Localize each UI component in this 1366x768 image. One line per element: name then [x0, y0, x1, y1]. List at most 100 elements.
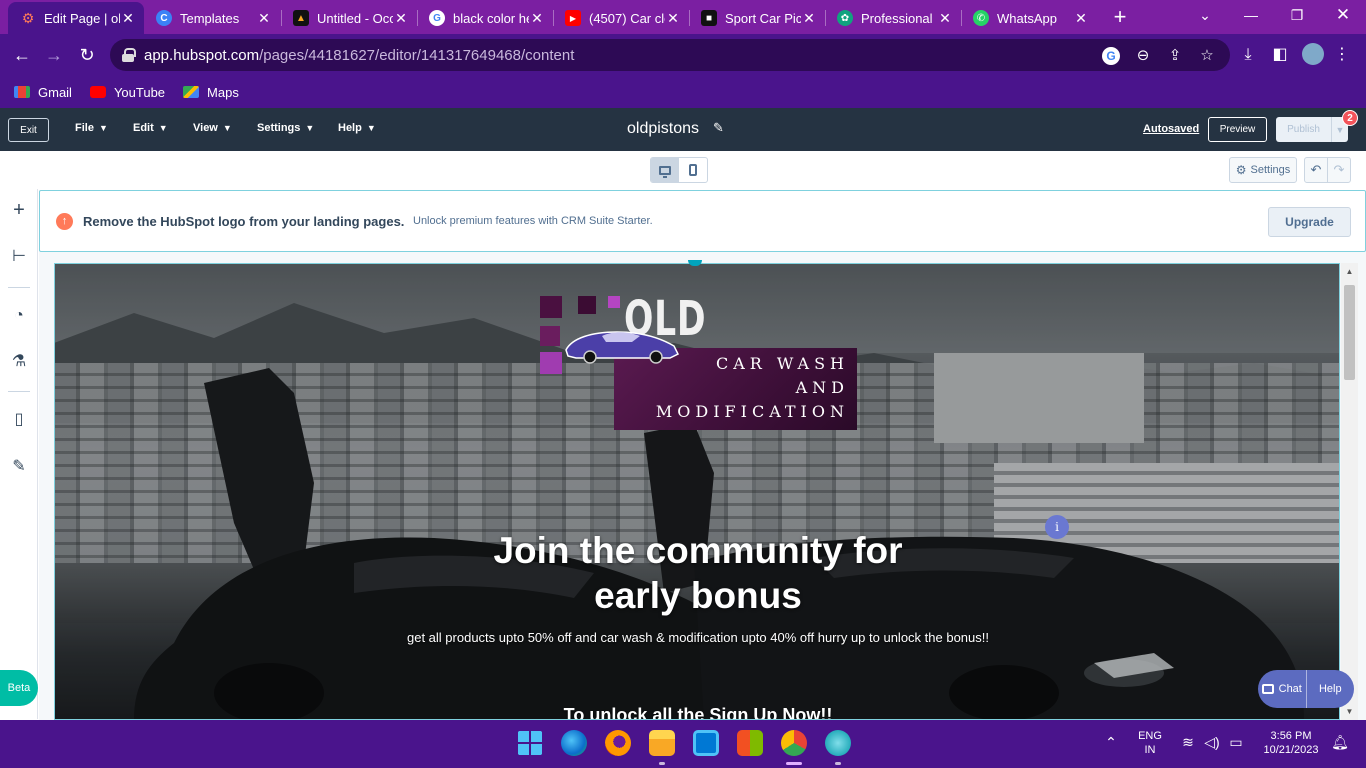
battery-icon[interactable]: ▭	[1226, 734, 1246, 751]
close-icon[interactable]: ✕	[393, 10, 409, 27]
side-panel-icon[interactable]: ◧	[1269, 44, 1291, 66]
chevron-up-icon[interactable]: ⌃	[1101, 734, 1121, 751]
restore-icon[interactable]: ❐	[1282, 4, 1312, 26]
scroll-up-icon[interactable]: ▲	[1341, 267, 1358, 276]
back-arrow-icon[interactable]: ←	[10, 44, 34, 66]
tab-professional[interactable]: ✿ Professional ✕	[825, 4, 961, 32]
close-icon[interactable]: ✕	[256, 10, 272, 27]
minimize-icon[interactable]: —	[1236, 4, 1266, 26]
chat-button[interactable]: Chat	[1258, 670, 1306, 708]
redo-icon[interactable]: ↷	[1327, 158, 1350, 182]
language-indicator[interactable]: ENG IN	[1133, 730, 1167, 756]
tab-title: Untitled - Ocoya	[317, 10, 393, 26]
close-icon[interactable]: ✕	[1073, 10, 1089, 27]
chevron-down-icon: ▼	[366, 123, 376, 133]
tab-edit-page[interactable]: ⚙ Edit Page | oldpistons ✕	[8, 2, 144, 34]
tab-title: Templates	[180, 10, 240, 26]
forward-arrow-icon[interactable]: →	[42, 44, 66, 66]
tab-search-chevron-icon[interactable]: ⌄	[1190, 4, 1220, 26]
pencil-icon[interactable]: ✎	[713, 120, 724, 136]
canvas-scrollbar[interactable]: ▲ ▼	[1341, 263, 1358, 720]
layers-icon[interactable]: ⊢	[9, 247, 29, 267]
desktop-view-button[interactable]	[651, 158, 679, 182]
close-window-icon[interactable]: ✕	[1328, 4, 1358, 26]
chevron-down-icon: ▼	[98, 123, 108, 133]
new-tab-button[interactable]: +	[1110, 6, 1130, 28]
page-settings-button[interactable]: ⚙ Settings	[1229, 157, 1297, 183]
preview-button[interactable]: Preview	[1208, 117, 1267, 142]
menu-settings[interactable]: Settings ▼	[257, 122, 314, 134]
help-button[interactable]: Help	[1305, 670, 1355, 708]
publish-button[interactable]: Publish	[1276, 117, 1331, 142]
info-icon[interactable]: i	[1045, 515, 1069, 539]
close-icon[interactable]: ✕	[937, 10, 953, 27]
untitled-app-icon: ▲	[293, 10, 309, 26]
profile-avatar[interactable]	[1302, 43, 1324, 65]
design-brush-icon[interactable]: ✎	[9, 457, 29, 477]
logo-square	[540, 326, 560, 346]
chrome-icon[interactable]	[781, 730, 807, 756]
address-bar[interactable]: app.hubspot.com/pages/44181627/editor/14…	[110, 39, 1230, 71]
hubspot-icon: ⚙	[21, 9, 35, 26]
google-lens-icon[interactable]: G	[1102, 47, 1120, 65]
wifi-icon[interactable]: ≋	[1178, 734, 1198, 751]
tab-templates[interactable]: C Templates ✕	[144, 4, 280, 32]
hero-subtext[interactable]: get all products upto 50% off and car wa…	[300, 630, 1096, 645]
remote-desktop-icon[interactable]	[693, 730, 719, 756]
menu-view[interactable]: View ▼	[193, 122, 232, 134]
notification-badge[interactable]: 2	[1342, 110, 1358, 126]
menu-edit[interactable]: Edit ▼	[133, 122, 168, 134]
edge-browser-icon[interactable]	[561, 730, 587, 756]
scroll-thumb[interactable]	[1344, 285, 1355, 380]
exit-button[interactable]: Exit	[8, 118, 49, 142]
upgrade-button[interactable]: Upgrade	[1268, 207, 1351, 237]
logo-square	[608, 296, 620, 308]
file-explorer-icon[interactable]	[649, 730, 675, 756]
mobile-view-button[interactable]	[679, 158, 707, 182]
windows-start-icon[interactable]	[517, 730, 543, 756]
bookmark-gmail[interactable]: Gmail	[14, 85, 72, 100]
close-icon[interactable]: ✕	[665, 10, 681, 27]
scroll-down-icon[interactable]: ▼	[1341, 707, 1358, 716]
menu-dots-icon[interactable]: ⋮	[1331, 44, 1353, 66]
share-icon[interactable]: ⇪	[1166, 47, 1184, 65]
autosaved-link[interactable]: Autosaved	[1143, 123, 1199, 135]
clock[interactable]: 3:56 PM 10/21/2023	[1256, 730, 1326, 756]
youtube-icon: ▶	[565, 10, 581, 26]
old-pistons-logo[interactable]: OLD PISTONS CAR WASH AND MODIFICATION	[540, 292, 860, 432]
menu-help[interactable]: Help ▼	[338, 122, 376, 134]
bookmark-maps[interactable]: Maps	[183, 85, 239, 100]
test-flask-icon[interactable]: ⚗	[9, 352, 29, 372]
optimize-gauge-icon[interactable]: ◔	[9, 306, 29, 326]
beta-tab[interactable]: Beta	[0, 670, 38, 706]
bookmark-youtube[interactable]: YouTube	[89, 85, 165, 100]
hero-headline[interactable]: Join the community for early bonus	[400, 528, 996, 618]
close-icon[interactable]: ✕	[120, 10, 136, 27]
bookmarks-bar: Gmail YouTube Maps	[0, 76, 1366, 108]
tab-whatsapp[interactable]: ✆ WhatsApp ✕	[961, 4, 1097, 32]
add-icon[interactable]: +	[9, 200, 29, 220]
app-icon[interactable]	[825, 730, 851, 756]
undo-icon[interactable]: ↶	[1305, 158, 1327, 182]
page-icon[interactable]: ▯	[9, 410, 29, 430]
menu-file[interactable]: File ▼	[75, 122, 108, 134]
tab-black-color[interactable]: G black color hex ✕	[417, 4, 553, 32]
microsoft-store-icon[interactable]	[737, 730, 763, 756]
notifications-icon[interactable]: 🔔︎	[1330, 734, 1350, 751]
reload-icon[interactable]: ↻	[75, 44, 99, 66]
bookmark-label: Maps	[207, 84, 239, 100]
tab-sport-car[interactable]: ■ Sport Car Pictures ✕	[689, 4, 825, 32]
bookmark-star-icon[interactable]: ☆	[1198, 47, 1216, 65]
volume-icon[interactable]: ◁)	[1202, 734, 1222, 751]
page-title[interactable]: oldpistons	[627, 120, 699, 138]
close-icon[interactable]: ✕	[529, 10, 545, 27]
download-icon[interactable]: ⤓	[1237, 44, 1259, 66]
close-icon[interactable]: ✕	[801, 10, 817, 27]
tab-title: (4507) Car cleaning	[589, 10, 665, 26]
tab-youtube[interactable]: ▶ (4507) Car cleaning ✕	[553, 4, 689, 32]
tab-title: Edit Page | oldpistons	[44, 10, 120, 26]
lock-icon[interactable]	[122, 48, 136, 62]
firefox-icon[interactable]	[605, 730, 631, 756]
tab-untitled[interactable]: ▲ Untitled - Ocoya ✕	[281, 4, 417, 32]
zoom-icon[interactable]: ⊖	[1134, 47, 1152, 65]
